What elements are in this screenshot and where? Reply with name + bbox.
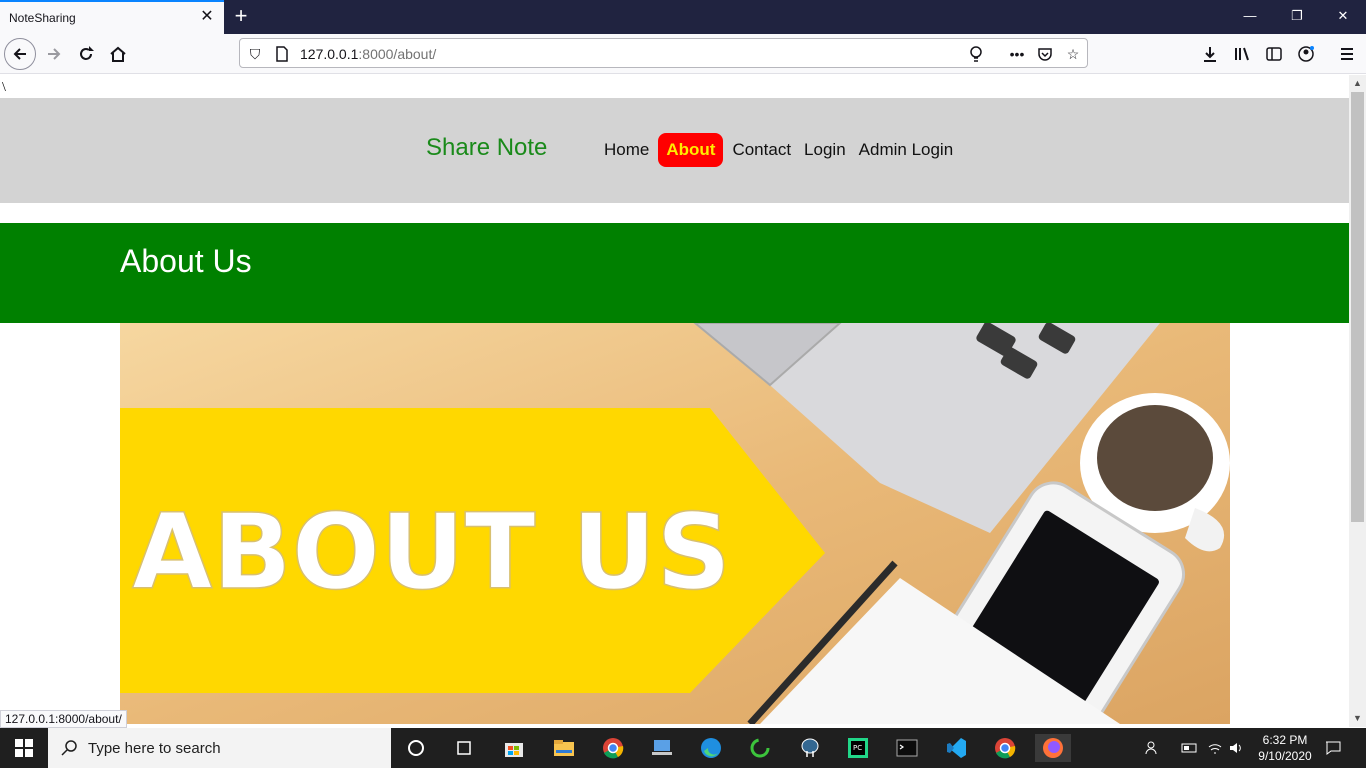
stray-text: \: [2, 80, 6, 95]
pycharm-icon[interactable]: PC: [844, 734, 872, 762]
firefox-icon[interactable]: [1035, 734, 1071, 762]
new-tab-icon[interactable]: +: [231, 5, 251, 27]
file-explorer-icon[interactable]: [550, 734, 578, 762]
taskbar-search[interactable]: Type here to search: [48, 728, 391, 768]
more-actions-icon[interactable]: •••: [1008, 45, 1026, 63]
url-text: 127.0.0.1:8000/about/: [300, 46, 437, 62]
computer-icon[interactable]: [648, 734, 676, 762]
people-icon[interactable]: [1142, 728, 1164, 768]
nav-login[interactable]: Login: [800, 134, 850, 166]
clock-date: 9/10/2020: [1258, 749, 1312, 763]
account-icon[interactable]: [1290, 38, 1322, 70]
search-placeholder: Type here to search: [88, 740, 221, 757]
nav-home[interactable]: Home: [600, 134, 653, 166]
battery-icon[interactable]: [1180, 728, 1200, 768]
windows-start-icon[interactable]: [0, 728, 48, 768]
edge-icon[interactable]: [697, 734, 725, 762]
search-icon: [61, 740, 77, 756]
forward-icon[interactable]: [38, 38, 70, 70]
notifications-icon[interactable]: [1322, 728, 1344, 768]
close-tab-icon[interactable]: ✕: [199, 9, 215, 25]
page-scrollbar[interactable]: ▲ ▼: [1349, 75, 1366, 727]
hero-text: ABOUT US: [132, 491, 731, 613]
site-header: Share Note Home About Contact Login Admi…: [0, 98, 1349, 203]
menu-icon[interactable]: [1331, 38, 1363, 70]
tab-title: NoteSharing: [9, 11, 76, 25]
svg-text:PC: PC: [853, 744, 862, 752]
link-status-bar: 127.0.0.1:8000/about/: [0, 710, 127, 728]
web-page: \ Share Note Home About Contact Login Ad…: [0, 75, 1349, 724]
sidebar-icon[interactable]: [1258, 38, 1290, 70]
scroll-up-icon[interactable]: ▲: [1349, 75, 1366, 92]
page-title: About Us: [120, 243, 252, 279]
vscode-icon[interactable]: [942, 734, 970, 762]
scroll-thumb[interactable]: [1351, 92, 1364, 522]
chrome-icon-2[interactable]: [991, 734, 1019, 762]
main-menu: Home About Contact Login Admin Login: [600, 133, 962, 167]
nav-contact[interactable]: Contact: [728, 134, 795, 166]
pocket-icon[interactable]: [1036, 45, 1054, 63]
address-bar[interactable]: ⛉ 127.0.0.1:8000/about/ ••• ☆: [239, 38, 1088, 68]
volume-icon[interactable]: [1226, 728, 1246, 768]
store-icon[interactable]: [500, 734, 528, 762]
task-view-icon[interactable]: [450, 734, 478, 762]
lightbulb-icon[interactable]: [967, 45, 985, 63]
clock-time: 6:32 PM: [1262, 733, 1308, 747]
postgres-icon[interactable]: [796, 734, 824, 762]
browser-tab-bar: NoteSharing ✕ + — ❐ ✕: [0, 0, 1366, 34]
minimize-icon[interactable]: —: [1238, 6, 1262, 26]
brand-logo[interactable]: Share Note: [426, 134, 547, 162]
browser-tab[interactable]: NoteSharing ✕: [0, 0, 224, 34]
windows-taskbar: Type here to search PC 6:32 PM 9/10/2020: [0, 728, 1366, 768]
home-icon[interactable]: [102, 38, 134, 70]
downloads-icon[interactable]: [1194, 38, 1226, 70]
page-info-icon[interactable]: [273, 45, 291, 63]
nav-admin-login[interactable]: Admin Login: [855, 134, 958, 166]
cortana-icon[interactable]: [402, 734, 430, 762]
about-hero-image: ABOUT US: [120, 323, 1230, 724]
back-icon[interactable]: [4, 38, 36, 70]
sync-icon[interactable]: [746, 734, 774, 762]
scroll-down-icon[interactable]: ▼: [1349, 710, 1366, 727]
library-icon[interactable]: [1226, 38, 1258, 70]
close-window-icon[interactable]: ✕: [1331, 6, 1355, 26]
wifi-icon[interactable]: [1205, 728, 1225, 768]
browser-toolbar: ⛉ 127.0.0.1:8000/about/ ••• ☆: [0, 34, 1366, 74]
reload-icon[interactable]: [70, 38, 102, 70]
shield-icon[interactable]: ⛉: [246, 45, 264, 63]
restore-icon[interactable]: ❐: [1285, 6, 1309, 26]
bookmark-star-icon[interactable]: ☆: [1064, 45, 1082, 63]
chrome-icon[interactable]: [599, 734, 627, 762]
page-banner: About Us: [0, 223, 1349, 323]
nav-about[interactable]: About: [658, 133, 724, 167]
taskbar-clock[interactable]: 6:32 PM 9/10/2020: [1250, 732, 1320, 764]
terminal-icon[interactable]: [893, 734, 921, 762]
